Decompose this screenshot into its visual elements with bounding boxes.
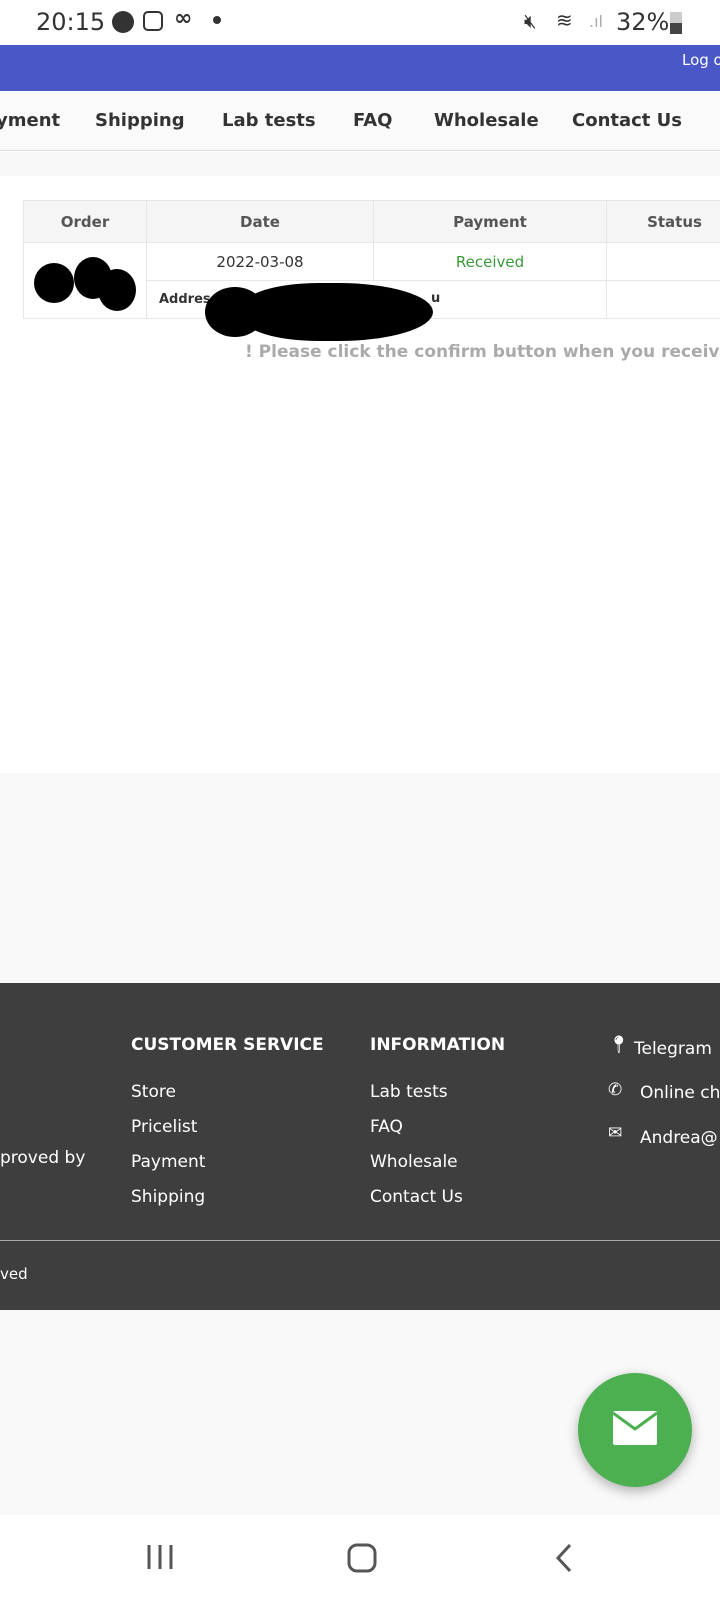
contact-telegram[interactable]: Telegram	[634, 1039, 712, 1059]
dot-icon	[213, 16, 221, 24]
col-date: Date	[146, 200, 374, 243]
footer-link-payment[interactable]: Payment	[131, 1152, 205, 1172]
footer-link-store[interactable]: Store	[131, 1082, 176, 1102]
battery-level: 32%	[616, 8, 670, 36]
system-nav-bar	[0, 1515, 720, 1600]
footer-about-text: proved by	[0, 1148, 86, 1168]
address-cell: Addres u	[146, 280, 607, 341]
col-order: Order	[23, 200, 147, 243]
main-nav: yment Shipping Lab tests FAQ Wholesale C…	[0, 91, 720, 151]
copyright: ved	[0, 1265, 28, 1283]
customer-service-title: CUSTOMER SERVICE	[131, 1035, 324, 1055]
battery-icon	[670, 12, 682, 34]
mail-icon: ✉	[608, 1123, 623, 1143]
footer-link-wholesale[interactable]: Wholesale	[370, 1152, 458, 1172]
footer-link-lab-tests[interactable]: Lab tests	[370, 1082, 448, 1102]
col-payment: Payment	[373, 200, 607, 243]
col-status: Status	[606, 200, 720, 243]
order-cell-redacted[interactable]	[23, 242, 147, 319]
nav-payment[interactable]: yment	[0, 110, 60, 131]
nav-lab-tests[interactable]: Lab tests	[222, 110, 316, 131]
footer-link-shipping[interactable]: Shipping	[131, 1187, 205, 1207]
recent-apps-icon[interactable]	[145, 1543, 175, 1571]
breadcrumb-strip	[0, 152, 720, 176]
nav-shipping[interactable]: Shipping	[95, 110, 185, 131]
wifi-icon: ≋	[556, 8, 573, 32]
order-date: 2022-03-08	[146, 242, 374, 281]
table-row: 2022-03-08 Received In	[23, 242, 720, 319]
payment-status: Received	[373, 242, 607, 281]
footer-link-contact-us[interactable]: Contact Us	[370, 1187, 463, 1207]
contact-email[interactable]: Andrea@	[640, 1128, 718, 1148]
phone-icon: ✆	[608, 1080, 623, 1100]
instagram-icon	[143, 11, 163, 31]
contact-online-chat[interactable]: Online ch	[640, 1083, 720, 1103]
mute-icon: 🔇︎	[524, 9, 537, 33]
messenger-icon	[112, 11, 134, 33]
nav-faq[interactable]: FAQ	[353, 110, 392, 131]
back-icon[interactable]	[553, 1542, 575, 1574]
home-icon[interactable]	[346, 1542, 378, 1574]
envelope-icon	[612, 1411, 658, 1445]
infinity-icon: ∞	[174, 6, 193, 31]
address-label: Addres	[159, 292, 211, 307]
nav-contact-us[interactable]: Contact Us	[572, 110, 682, 131]
footer-divider	[0, 1240, 720, 1241]
empty-cell	[606, 280, 720, 319]
footer-link-faq[interactable]: FAQ	[370, 1117, 403, 1137]
location-icon: 📍︎	[608, 1035, 630, 1055]
clock: 20:15	[36, 8, 106, 36]
spacer	[0, 773, 720, 983]
message-fab[interactable]	[578, 1373, 692, 1487]
confirm-notice: ! Please click the confirm button when y…	[245, 342, 720, 362]
footer-link-pricelist[interactable]: Pricelist	[131, 1117, 197, 1137]
login-link[interactable]: Log o	[682, 51, 720, 69]
status-bar: 20:15 ∞ 🔇︎ ≋ .ıl 32%	[0, 0, 720, 45]
information-title: INFORMATION	[370, 1035, 506, 1055]
footer: proved by CUSTOMER SERVICE Store Priceli…	[0, 983, 720, 1310]
order-status: In	[606, 242, 720, 281]
address-tail: u	[431, 291, 441, 306]
signal-icon: .ıl	[589, 12, 603, 31]
nav-wholesale[interactable]: Wholesale	[434, 110, 539, 131]
orders-table: Order Date Payment Status 2022-03-08 Rec…	[23, 200, 720, 341]
top-bar: Log o	[0, 45, 720, 91]
